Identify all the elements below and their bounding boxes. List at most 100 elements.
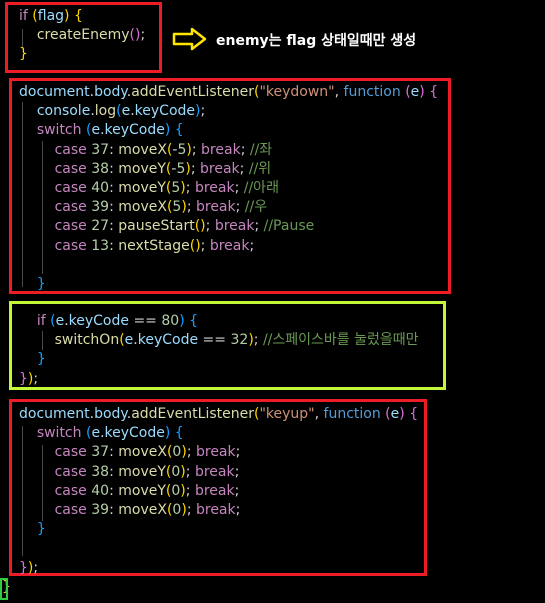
code-line: case 39: moveX(0); break;: [19, 501, 241, 520]
code-token: switch: [36, 425, 82, 442]
code-token: ;: [254, 218, 264, 235]
code-token: case: [54, 199, 87, 216]
code-token: keyCode: [104, 122, 165, 139]
code-token: body: [94, 84, 127, 100]
code-token: 0: [171, 482, 181, 499]
code-token: {: [409, 406, 419, 422]
code-token: 39: [91, 502, 110, 518]
code-token: function: [343, 84, 401, 100]
code-token: 32: [230, 332, 249, 349]
code-token: moveY: [118, 180, 166, 196]
code-token: ;: [186, 502, 196, 518]
code-token: 40: [91, 482, 110, 499]
code-line: document.body.addEventListener("keydown"…: [19, 83, 438, 102]
code-token: 38: [91, 463, 110, 480]
code-token: moveX: [118, 444, 167, 461]
code-token: ;: [234, 482, 240, 499]
code-token: document: [19, 406, 90, 422]
code-line: });: [19, 559, 38, 578]
code-token: ;: [33, 559, 39, 576]
code-token: break: [194, 180, 235, 196]
code-line: case 39: moveX(5); break; //우: [19, 198, 268, 217]
code-line: case 13: nextStage(); break;: [19, 237, 255, 256]
code-token: ;: [234, 180, 244, 196]
code-token: ,: [314, 406, 324, 422]
code-token: case: [54, 218, 87, 235]
code-line: case 27: pauseStart(); break; //Pause: [19, 217, 315, 236]
code-token: :: [109, 463, 119, 480]
code-token: 80: [161, 313, 180, 329]
code-token: case: [54, 237, 87, 254]
code-token: ;: [235, 199, 245, 216]
code-token: :: [109, 482, 119, 499]
code-token: flag: [37, 8, 65, 24]
code-token: 5: [172, 199, 182, 216]
code-token: ==: [198, 332, 231, 349]
code-line: }: [19, 45, 28, 64]
code-token: e: [91, 122, 101, 139]
code-token: if: [19, 8, 28, 24]
code-token: //스페이스바를 눌렀을때만: [262, 332, 419, 349]
code-line: case 37: moveX(0); break;: [19, 443, 241, 462]
code-token: e: [124, 332, 134, 349]
code-line: case 38: moveY(-5); break; //위: [19, 160, 272, 179]
code-line: case 38: moveY(0); break;: [19, 463, 240, 482]
code-token: moveX: [118, 141, 167, 158]
code-token: "keyup": [259, 406, 315, 422]
code-token: ;: [186, 444, 196, 461]
code-line: }: [19, 350, 46, 369]
code-token: {: [174, 425, 184, 442]
code-token: e: [390, 406, 400, 422]
code-token: moveY: [118, 482, 166, 499]
code-token: :: [109, 237, 119, 254]
code-token: case: [54, 160, 87, 177]
code-token: if: [36, 313, 46, 329]
code-line: switch (e.keyCode) {: [19, 424, 184, 443]
code-token: break: [200, 160, 240, 177]
code-token: keyCode: [137, 332, 199, 349]
code-token: moveX: [118, 502, 167, 518]
code-token: break: [209, 237, 250, 254]
code-token: case: [54, 463, 87, 480]
code-token: }: [36, 521, 46, 538]
code-token: ;: [185, 463, 195, 480]
code-token: {: [429, 84, 439, 100]
code-token: ;: [253, 332, 263, 349]
code-token: {: [73, 8, 83, 24]
code-token: (): [189, 237, 201, 254]
code-token: }: [19, 46, 28, 63]
code-line: });: [19, 370, 38, 389]
code-token: 40: [91, 180, 110, 196]
code-token: ;: [249, 237, 255, 254]
code-token: e: [121, 103, 131, 120]
code-token: :: [109, 444, 119, 461]
code-token: ;: [185, 180, 195, 196]
code-token: 13: [91, 237, 110, 254]
code-token: body: [94, 406, 127, 422]
code-token: :: [109, 141, 119, 158]
code-token: moveX: [118, 199, 167, 216]
text-cursor: [0, 578, 8, 600]
code-token: (): [129, 27, 141, 44]
code-token: ;: [235, 444, 241, 461]
code-token: break: [194, 482, 235, 499]
code-token: }: [19, 559, 28, 576]
code-token: nextStage: [118, 237, 190, 254]
code-token: 5: [171, 180, 181, 196]
code-token: keyCode: [104, 425, 165, 442]
code-token: }: [19, 370, 28, 387]
code-token: document: [19, 84, 90, 100]
code-token: ;: [240, 141, 250, 158]
code-token: ;: [239, 160, 249, 177]
